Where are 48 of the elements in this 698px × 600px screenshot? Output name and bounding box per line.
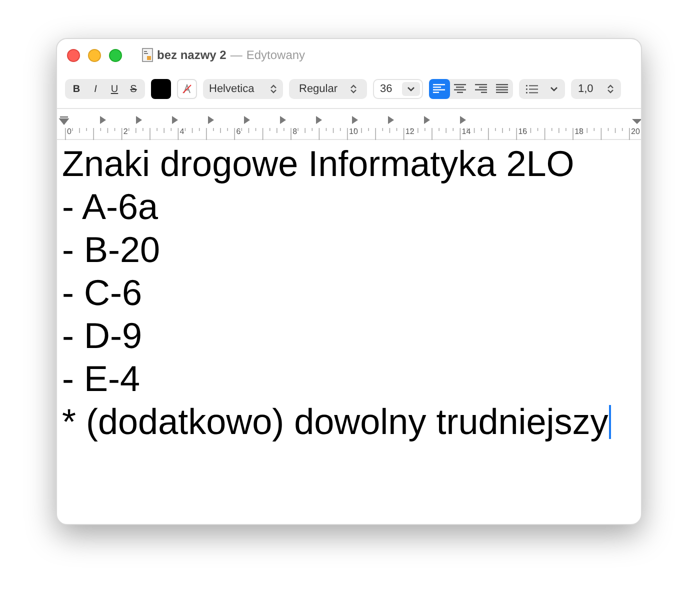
- font-family-popup[interactable]: Helvetica: [203, 79, 283, 99]
- document-line: - D-9: [62, 314, 142, 357]
- text-cursor: [609, 404, 612, 438]
- align-right-icon: [475, 84, 488, 94]
- clear-style-button[interactable]: [177, 79, 197, 99]
- document-line: - C-6: [62, 271, 142, 314]
- ruler-label: 8: [292, 127, 298, 136]
- ruler-label: 6: [236, 127, 241, 136]
- ruler-label: 18: [574, 127, 584, 136]
- document-line: - A-6a: [62, 185, 158, 228]
- line-spacing-popup[interactable]: 1,0: [571, 79, 621, 99]
- align-left-button[interactable]: [429, 79, 450, 99]
- stepper-chevron-icon: [350, 84, 357, 94]
- stepper-chevron-icon: [607, 84, 614, 94]
- underline-button[interactable]: U: [105, 80, 124, 98]
- window-title: bez nazwy 2: [157, 47, 226, 64]
- ruler-label: 2: [123, 127, 128, 136]
- close-button[interactable]: [67, 48, 80, 62]
- ruler-label: 20: [631, 127, 640, 136]
- list-style-popup[interactable]: [519, 79, 565, 99]
- document-line: * (dodatkowo) dowolny trudniejszy: [62, 400, 608, 443]
- ruler-label: 16: [518, 127, 528, 136]
- bold-button[interactable]: B: [67, 80, 86, 98]
- ruler-label: 12: [405, 127, 414, 136]
- italic-button[interactable]: I: [86, 80, 105, 98]
- document-line: Znaki drogowe Informatyka 2LO: [62, 142, 574, 185]
- align-center-icon: [454, 84, 467, 94]
- ruler-label: 10: [349, 127, 358, 136]
- document-icon: [142, 48, 153, 62]
- align-left-icon: [433, 84, 446, 94]
- align-justify-icon: [496, 84, 509, 94]
- strike-button[interactable]: S: [124, 80, 143, 98]
- font-size-combo[interactable]: 36: [373, 79, 423, 99]
- stepper-chevron-icon: [270, 84, 277, 94]
- ruler-label: 14: [462, 127, 471, 136]
- document-status: Edytowany: [246, 47, 306, 64]
- clear-style-icon: [182, 84, 192, 94]
- ruler-label: 0: [67, 127, 72, 136]
- text-color-well[interactable]: [151, 79, 171, 99]
- dropdown-chevron-icon: [550, 86, 558, 92]
- font-style-popup[interactable]: Regular: [289, 79, 367, 99]
- ruler-label: 4: [180, 127, 184, 136]
- list-icon: [526, 84, 538, 94]
- document-line: - E-4: [62, 357, 140, 400]
- zoom-button[interactable]: [109, 48, 122, 62]
- dropdown-chevron-icon: [407, 86, 415, 92]
- document-line: - B-20: [62, 228, 160, 271]
- title-separator: —: [230, 47, 242, 64]
